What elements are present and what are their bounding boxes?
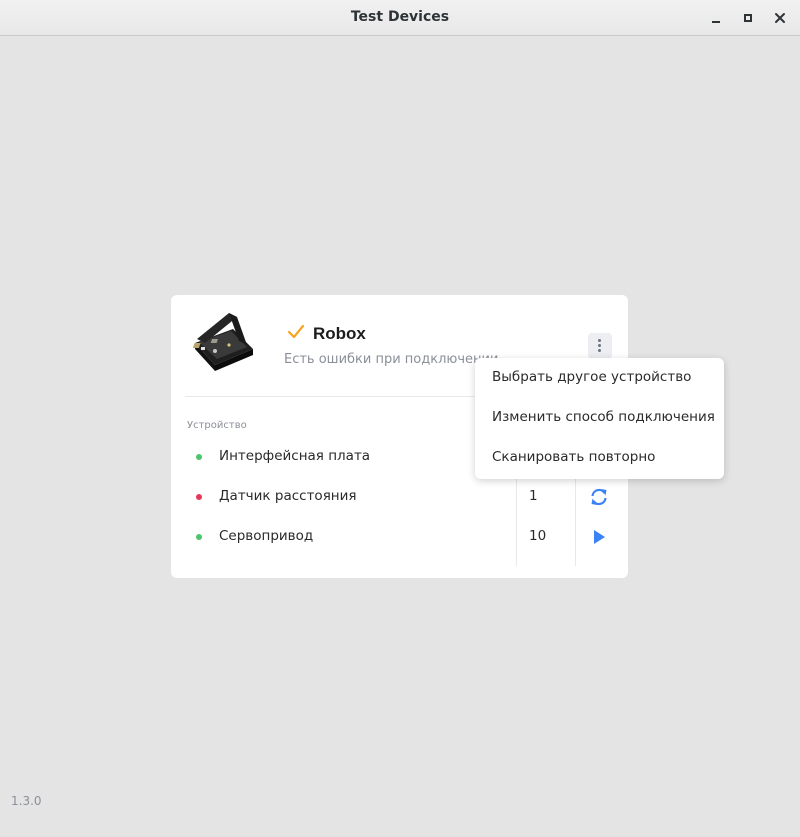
status-dot [196,494,202,500]
devices-column-header: Устройство [187,420,247,431]
play-icon[interactable] [589,527,609,547]
status-dot [196,454,202,460]
status-dot [196,534,202,540]
component-name: Датчик расстояния [219,488,357,504]
options-menu: Выбрать другое устройство Изменить спосо… [475,358,724,479]
app-version: 1.3.0 [11,794,42,808]
component-name: Сервопривод [219,528,314,544]
window-title: Test Devices [350,9,450,25]
close-icon[interactable] [771,9,789,27]
component-value: 1 [529,488,538,504]
device-row-servo[interactable]: Сервопривод 10 [171,517,628,557]
component-value: 10 [529,528,547,544]
device-name: Robox [313,324,366,343]
refresh-icon[interactable] [589,487,609,507]
check-icon [287,324,305,339]
menu-item-select-device[interactable]: Выбрать другое устройство [492,369,691,385]
more-options-button[interactable] [588,333,612,359]
menu-item-rescan[interactable]: Сканировать повторно [492,449,655,465]
title-bar: Test Devices [0,0,800,36]
device-image [192,313,253,371]
component-name: Интерфейсная плата [219,448,371,464]
minimize-icon[interactable] [707,9,725,27]
device-row-distance-sensor[interactable]: Датчик расстояния 1 [171,477,628,517]
menu-item-change-connection[interactable]: Изменить способ подключения [492,409,715,425]
maximize-icon[interactable] [739,9,757,27]
